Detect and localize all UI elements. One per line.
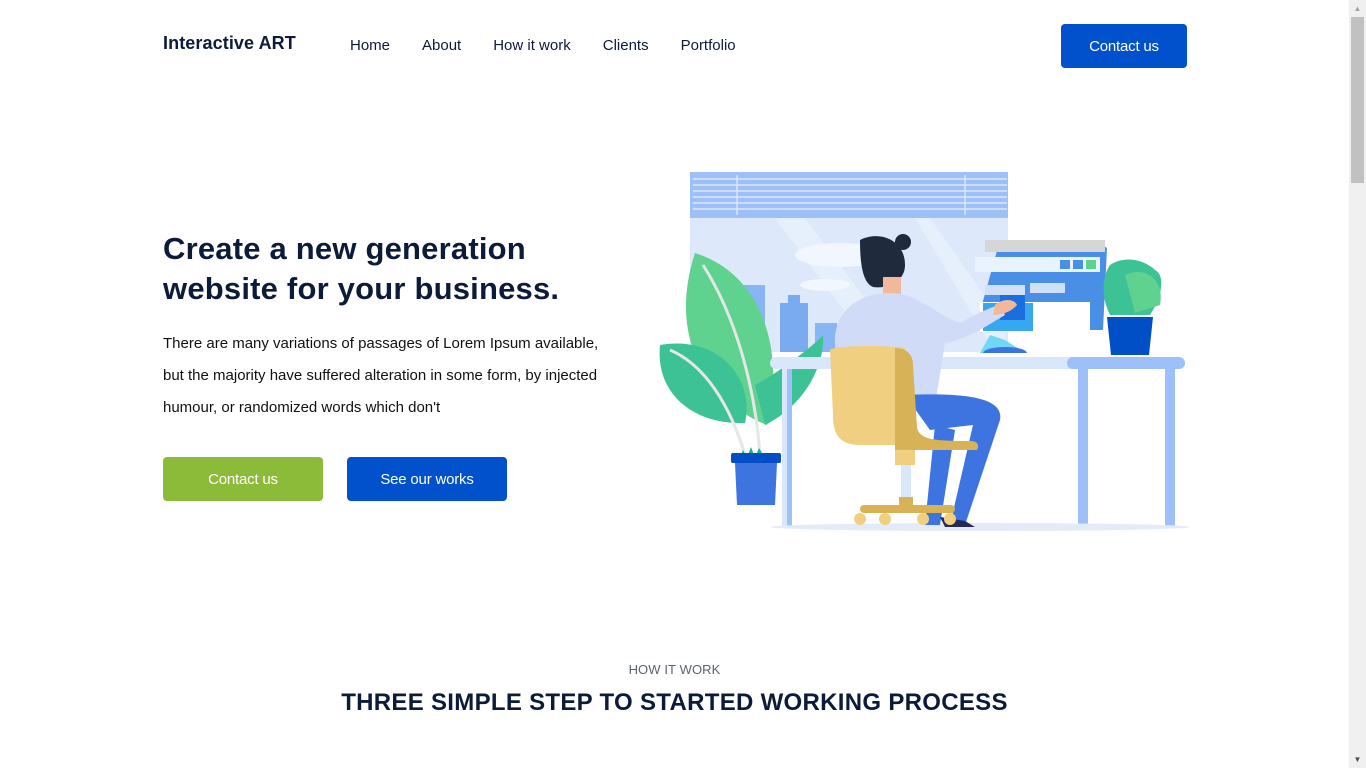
- hero-illustration: [659, 172, 1190, 531]
- site-header: Interactive ART Home About How it work C…: [0, 0, 1349, 92]
- hero-title: Create a new generation website for your…: [163, 231, 560, 306]
- scroll-up-arrow-icon[interactable]: ▲: [1349, 0, 1366, 17]
- hero-description: There are many variations of passages of…: [163, 335, 599, 416]
- vertical-scrollbar[interactable]: ▲ ▼: [1349, 0, 1366, 768]
- plant-right-illustration: [1103, 259, 1162, 355]
- hero-contact-button[interactable]: Contact us: [163, 457, 323, 501]
- nav-clients[interactable]: Clients: [603, 37, 649, 54]
- scroll-down-arrow-icon[interactable]: ▼: [1349, 751, 1366, 768]
- nav-how-it-work[interactable]: How it work: [493, 37, 571, 54]
- section-eyebrow: HOW IT WORK: [628, 662, 721, 677]
- logo[interactable]: Interactive ART: [163, 33, 296, 54]
- chair-illustration: [830, 345, 979, 525]
- header-contact-button[interactable]: Contact us: [1061, 24, 1187, 68]
- nav-home[interactable]: Home: [350, 37, 390, 54]
- scroll-thumb[interactable]: [1351, 17, 1364, 183]
- main-nav: Home About How it work Clients Portfolio: [350, 37, 768, 54]
- see-our-works-button[interactable]: See our works: [347, 457, 507, 501]
- nav-portfolio[interactable]: Portfolio: [681, 37, 736, 54]
- nav-about[interactable]: About: [422, 37, 461, 54]
- section-title: THREE SIMPLE STEP TO STARTED WORKING PRO…: [341, 689, 1008, 716]
